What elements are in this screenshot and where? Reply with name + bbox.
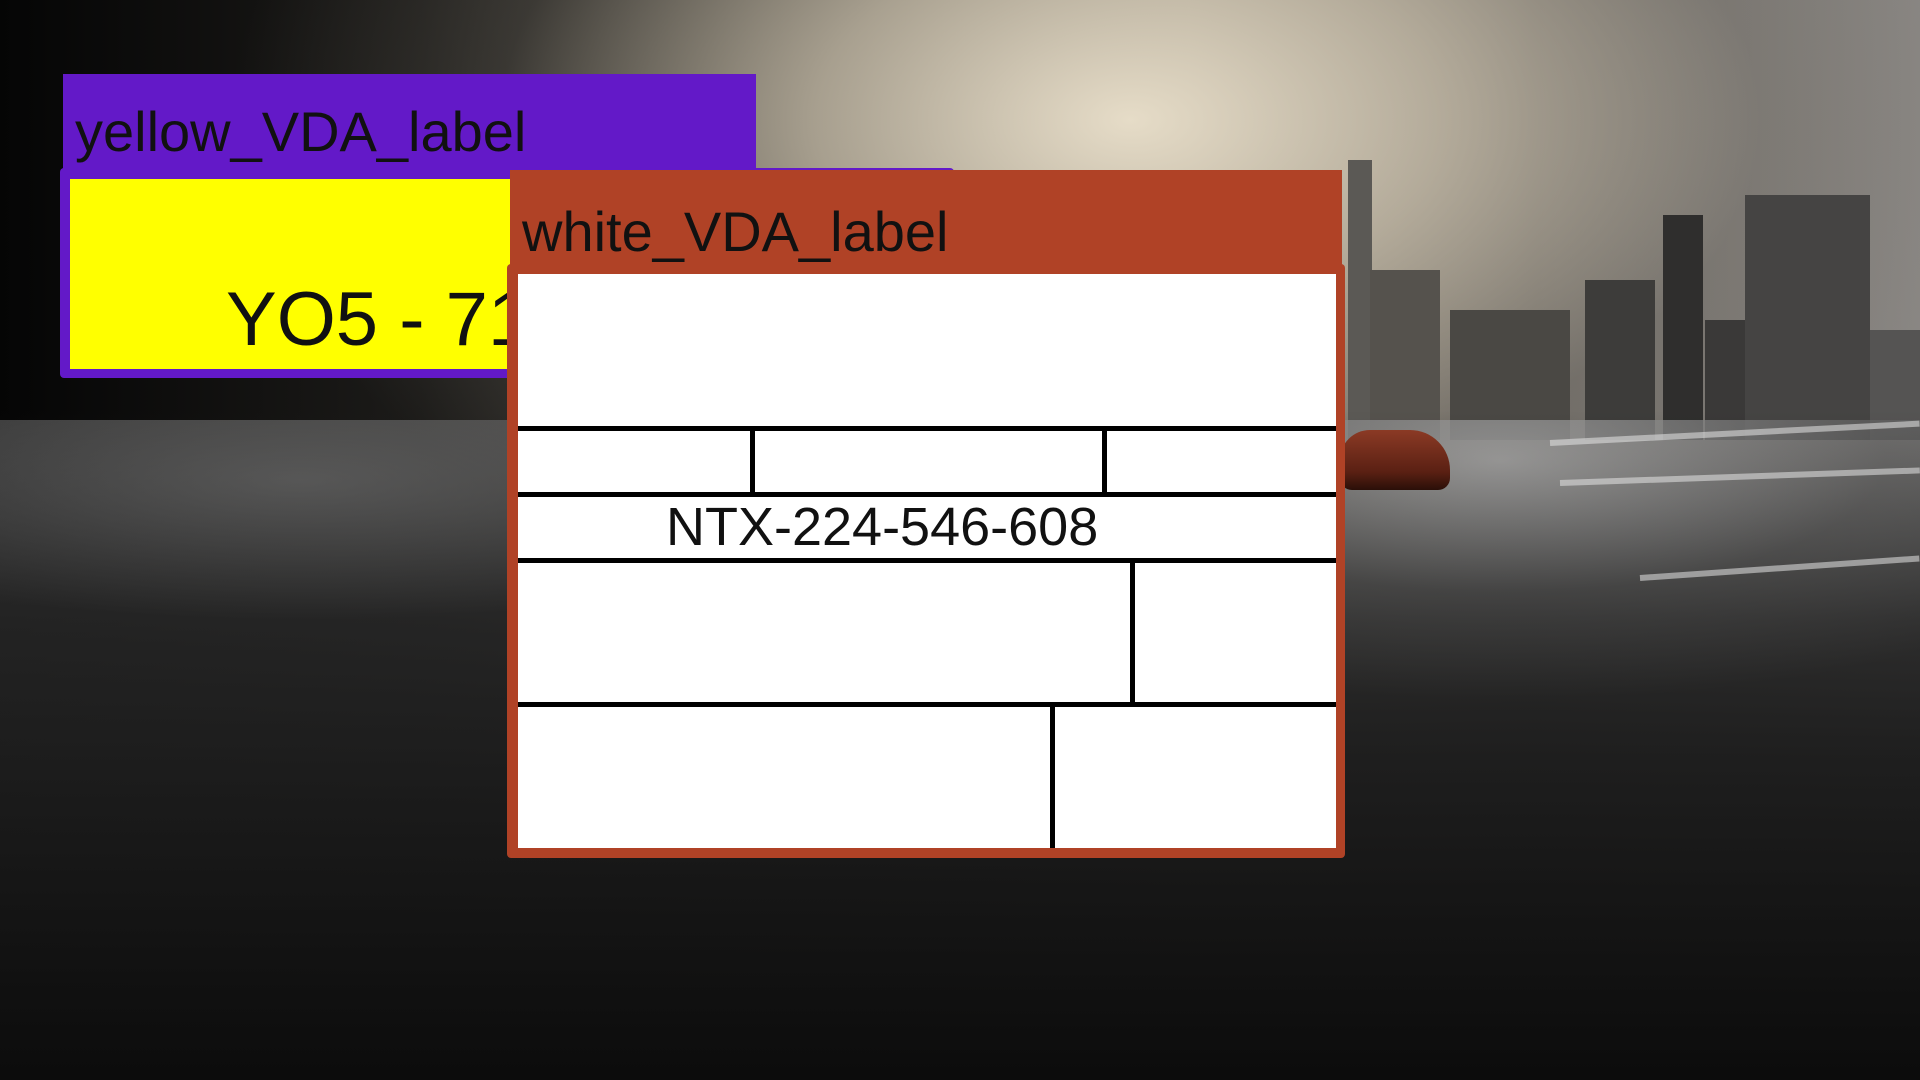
grid-line xyxy=(1130,558,1135,706)
grid-line xyxy=(750,426,755,496)
yellow-label-tag[interactable]: yellow_VDA_label xyxy=(63,74,756,170)
white-plate-number: NTX-224-546-608 xyxy=(666,497,1099,557)
white-label-plate[interactable]: NTX-224-546-608 xyxy=(518,274,1336,848)
grid-line xyxy=(518,558,1336,563)
grid-line xyxy=(518,702,1336,707)
grid-line xyxy=(518,426,1336,431)
white-label-tag-text: white_VDA_label xyxy=(522,200,949,263)
white-label-tag[interactable]: white_VDA_label xyxy=(510,170,1342,272)
yellow-plate-number: YO5 - 71 xyxy=(226,277,531,362)
grid-line xyxy=(1050,702,1055,848)
grid-line xyxy=(1102,426,1107,496)
car-image xyxy=(1340,430,1450,490)
yellow-label-tag-text: yellow_VDA_label xyxy=(75,100,527,163)
